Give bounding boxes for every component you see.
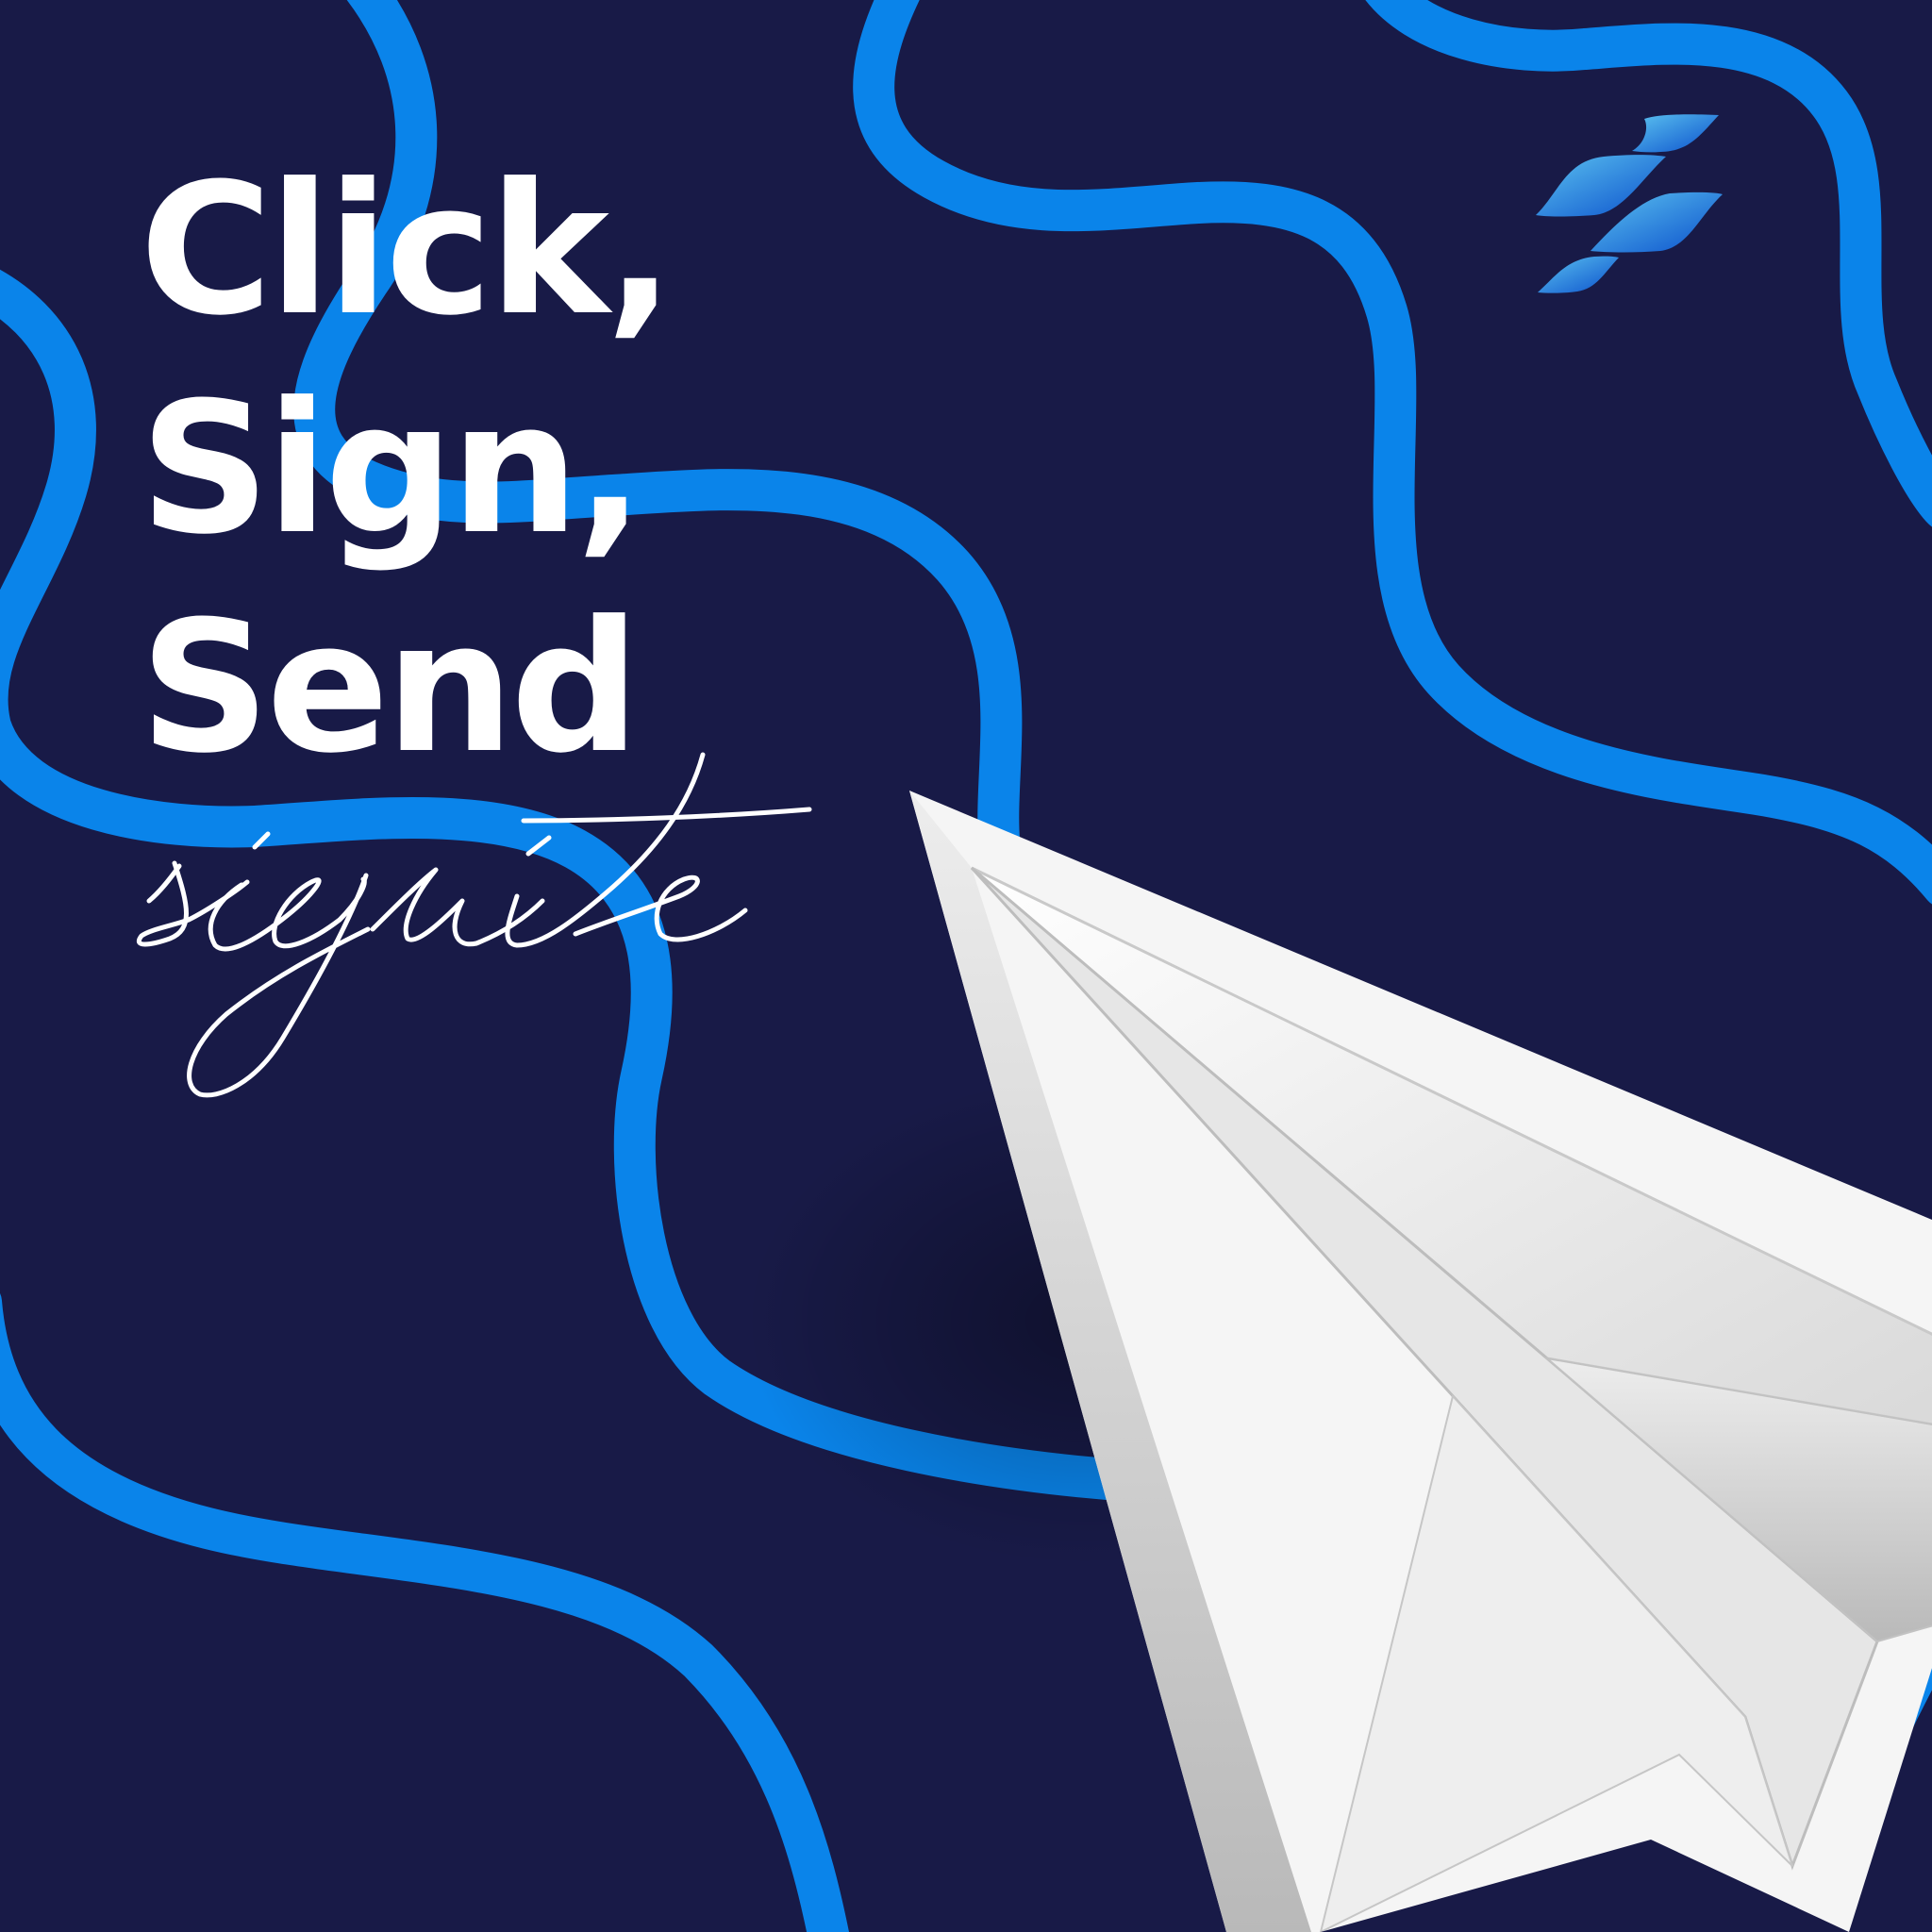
wave-ribbon-bottom (0, 1293, 850, 1932)
wave-ribbon-top-right (1365, 0, 1932, 527)
paper-plane-icon (745, 791, 1932, 1932)
wave-ribbon-top-center (853, 0, 1932, 905)
headline: Click, Sign, Send (140, 142, 675, 798)
headline-line-click: Click, (140, 145, 675, 356)
headline-line-sign: Sign, (140, 364, 644, 575)
signite-wave-logo-icon (1536, 114, 1723, 293)
headline-line-send: Send (140, 583, 641, 793)
